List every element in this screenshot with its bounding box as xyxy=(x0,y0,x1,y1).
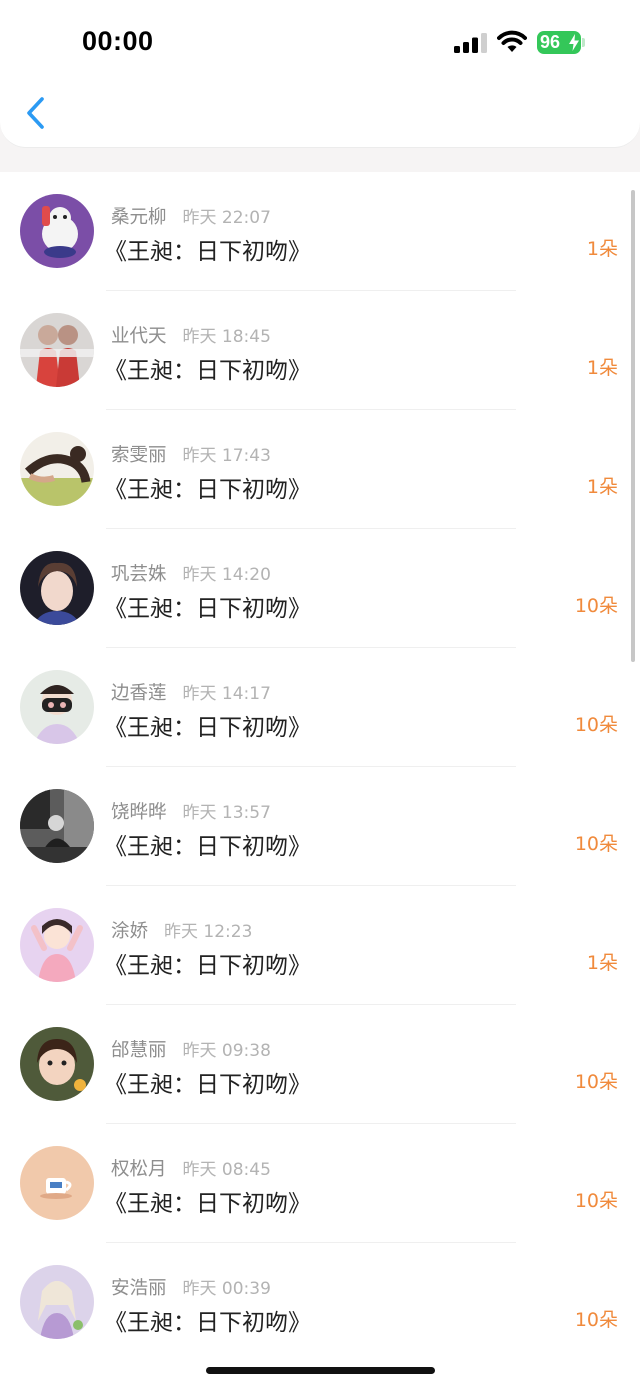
flower-count: 10朵 xyxy=(574,714,618,736)
scrollbar[interactable] xyxy=(631,190,635,662)
list-item[interactable]: 桑元柳 昨天 22:07 《王昶：日下初吻》 1朵 xyxy=(0,172,640,291)
item-title: 《王昶：日下初吻》 xyxy=(104,1310,311,1336)
avatar xyxy=(20,313,94,387)
send-time: 昨天 13:57 xyxy=(182,803,271,823)
sender-name: 边香莲 xyxy=(111,683,167,704)
status-time: 00:00 xyxy=(82,26,154,56)
list-item[interactable]: 邰慧丽 昨天 09:38 《王昶：日下初吻》 10朵 xyxy=(0,1005,640,1124)
back-chevron-icon[interactable] xyxy=(18,92,52,134)
send-time: 昨天 14:20 xyxy=(182,565,271,585)
sender-name: 巩芸姝 xyxy=(111,564,167,585)
list-item[interactable]: 边香莲 昨天 14:17 《王昶：日下初吻》 10朵 xyxy=(0,648,640,767)
list-item[interactable]: 业代天 昨天 18:45 《王昶：日下初吻》 1朵 xyxy=(0,291,640,410)
send-time: 昨天 08:45 xyxy=(182,1160,271,1180)
item-title: 《王昶：日下初吻》 xyxy=(104,239,311,265)
send-time: 昨天 00:39 xyxy=(182,1279,271,1299)
battery-cap xyxy=(582,38,585,47)
flower-count: 1朵 xyxy=(586,952,618,974)
flower-count: 10朵 xyxy=(574,833,618,855)
send-time: 昨天 12:23 xyxy=(164,922,253,942)
avatar xyxy=(20,432,94,506)
sender-name: 安浩丽 xyxy=(111,1278,167,1299)
avatar xyxy=(20,551,94,625)
sender-name: 饶晔晔 xyxy=(111,802,167,823)
avatar xyxy=(20,194,94,268)
flower-count: 1朵 xyxy=(586,476,618,498)
sender-name: 邰慧丽 xyxy=(111,1040,167,1061)
home-indicator[interactable] xyxy=(206,1367,435,1374)
item-title: 《王昶：日下初吻》 xyxy=(104,1191,311,1217)
item-title: 《王昶：日下初吻》 xyxy=(104,1072,311,1098)
item-title: 《王昶：日下初吻》 xyxy=(104,715,311,741)
list-item[interactable]: 权松月 昨天 08:45 《王昶：日下初吻》 10朵 xyxy=(0,1124,640,1243)
send-time: 昨天 09:38 xyxy=(182,1041,271,1061)
send-time: 昨天 17:43 xyxy=(182,446,271,466)
sender-name: 业代天 xyxy=(111,326,167,347)
item-title: 《王昶：日下初吻》 xyxy=(104,477,311,503)
item-title: 《王昶：日下初吻》 xyxy=(104,358,311,384)
list-item[interactable]: 索雯丽 昨天 17:43 《王昶：日下初吻》 1朵 xyxy=(0,410,640,529)
list-item[interactable]: 巩芸姝 昨天 14:20 《王昶：日下初吻》 10朵 xyxy=(0,529,640,648)
item-title: 《王昶：日下初吻》 xyxy=(104,953,311,979)
list-item[interactable]: 涂娇 昨天 12:23 《王昶：日下初吻》 1朵 xyxy=(0,886,640,1005)
sender-name: 涂娇 xyxy=(111,921,149,942)
avatar xyxy=(20,908,94,982)
flower-count: 1朵 xyxy=(586,238,618,260)
avatar xyxy=(20,670,94,744)
gift-record-list: 桑元柳 昨天 22:07 《王昶：日下初吻》 1朵 业代天 昨天 18:45 《王昶… xyxy=(0,172,640,1387)
avatar xyxy=(20,789,94,863)
list-item[interactable]: 饶晔晔 昨天 13:57 《王昶：日下初吻》 10朵 xyxy=(0,767,640,886)
item-title: 《王昶：日下初吻》 xyxy=(104,834,311,860)
flower-count: 10朵 xyxy=(574,1071,618,1093)
flower-count: 10朵 xyxy=(574,1190,618,1212)
item-title: 《王昶：日下初吻》 xyxy=(104,596,311,622)
sender-name: 权松月 xyxy=(111,1159,167,1180)
list-item[interactable]: 安浩丽 昨天 00:39 《王昶：日下初吻》 10朵 xyxy=(0,1243,640,1362)
wifi-icon xyxy=(497,30,527,52)
cellular-signal-icon xyxy=(454,33,487,53)
nav-header xyxy=(0,0,640,148)
avatar xyxy=(20,1027,94,1101)
avatar xyxy=(20,1146,94,1220)
sender-name: 桑元柳 xyxy=(111,207,167,228)
sender-name: 索雯丽 xyxy=(111,445,167,466)
avatar xyxy=(20,1265,94,1339)
send-time: 昨天 22:07 xyxy=(182,208,271,228)
flower-count: 10朵 xyxy=(574,595,618,617)
send-time: 昨天 18:45 xyxy=(182,327,271,347)
send-time: 昨天 14:17 xyxy=(182,684,271,704)
flower-count: 10朵 xyxy=(574,1309,618,1331)
charging-bolt-icon xyxy=(569,34,579,51)
battery-indicator: 96 xyxy=(537,31,581,54)
battery-level: 96 xyxy=(540,32,561,52)
flower-count: 1朵 xyxy=(586,357,618,379)
